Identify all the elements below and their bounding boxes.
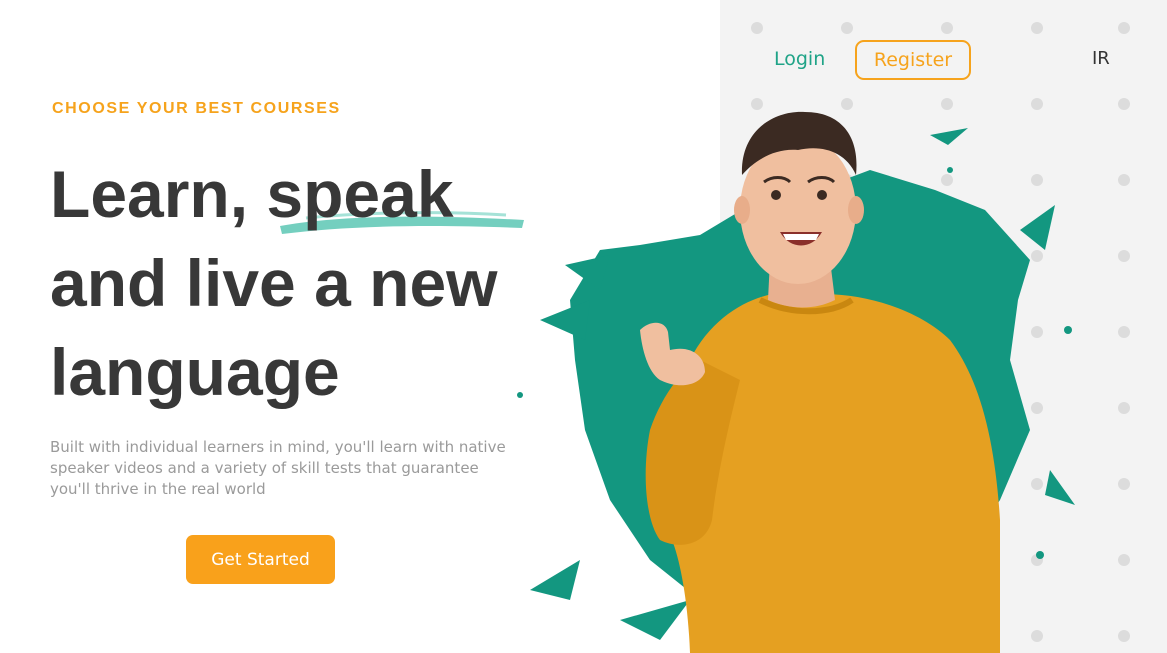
language-switch[interactable]: IR	[1092, 48, 1110, 69]
top-nav: Login Register IR	[760, 40, 1160, 82]
register-button[interactable]: Register	[855, 40, 971, 80]
eyebrow-tagline: CHOOSE YOUR BEST COURSES	[52, 100, 341, 117]
login-link[interactable]: Login	[774, 48, 825, 70]
headline-highlight-word: speak	[266, 157, 454, 231]
hero-illustration	[517, 111, 1075, 653]
hero-description: Built with individual learners in mind, …	[50, 438, 506, 498]
get-started-button[interactable]: Get Started	[186, 535, 335, 584]
headline-line3: language	[50, 335, 340, 409]
headline-learn: Learn,	[50, 157, 267, 231]
smiling-man-pointing-illustration	[640, 111, 1000, 653]
hero-headline: Learn, speak and live a new language	[50, 150, 570, 417]
headline-line2: and live a new	[50, 246, 498, 320]
